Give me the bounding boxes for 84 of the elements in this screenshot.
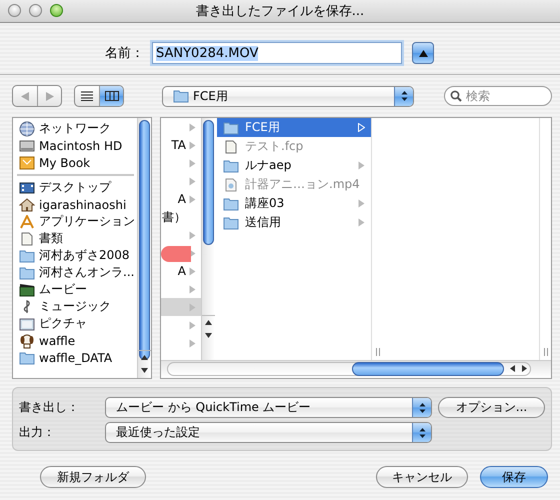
left-arrow-icon [510,365,514,372]
document-icon [223,140,239,154]
disclosure-arrow-icon [358,218,365,227]
down-arrow-icon [205,333,212,338]
folder-icon [223,120,239,134]
ruler-a-icon [19,214,35,228]
file-row[interactable]: 送信用 [217,213,371,232]
expand-button[interactable] [412,42,434,64]
desktop-icon [19,180,35,194]
search-field[interactable]: 検索 [444,86,552,106]
up-down-arrows-icon [400,89,408,103]
down-arrow-icon [141,368,148,373]
export-format-popup[interactable]: ムービー から QuickTime ムービー [105,397,432,418]
sidebar-item[interactable]: ネットワーク [13,120,137,137]
hard-drive-icon [19,138,35,152]
disclosure-arrow-icon [358,161,365,170]
up-down-arrows-icon [418,400,426,414]
disclosure-arrow-icon [358,123,365,132]
output-settings-popup[interactable]: 最近使った設定 [105,422,432,443]
left-arrow-icon [21,92,29,100]
sidebar-item[interactable]: igarashinaoshi [13,196,137,213]
film-clapper-icon [19,282,35,296]
sidebar-item[interactable]: アプリケーション [13,213,137,230]
column-row[interactable]: A [161,262,201,280]
movie-file-icon [223,178,239,192]
dialog-button[interactable]: 新規フォルダ [40,466,146,488]
dog-icon [19,332,35,348]
dialog-button[interactable]: キャンセル [376,466,468,488]
folder-icon [19,248,35,262]
file-row[interactable]: ルナaep [217,156,371,175]
sidebar-item[interactable]: 河村さんオンラ... [13,264,137,281]
sidebar-item[interactable]: Macintosh HD [13,137,137,154]
globe-icon [19,120,35,136]
up-arrow-icon [205,320,212,325]
column-view-button[interactable] [99,86,123,106]
column-resize-handle[interactable] [544,348,548,356]
save-button[interactable]: 保存 [480,466,548,488]
folder-icon [223,196,239,210]
folder-icon [223,158,239,172]
file-row[interactable]: FCE用 [217,118,371,137]
folder-icon [223,216,239,230]
scroll-bar[interactable] [167,362,531,376]
options-button[interactable]: オプション... [438,397,545,418]
column-row[interactable]: 書） [161,208,201,226]
output-label: 出力： [19,424,56,441]
scroll-bar[interactable] [137,118,151,378]
house-icon [19,198,35,212]
right-arrow-icon [522,365,526,372]
folder-icon [173,89,189,103]
sidebar-item[interactable]: 書類 [13,230,137,247]
search-icon [450,90,462,102]
column-row[interactable]: A [161,190,201,208]
sidebar-item[interactable]: ピクチャ [13,315,137,332]
export-label: 書き出し： [19,399,80,416]
name-field[interactable]: SANY0284.MOV [152,42,402,64]
minimize-button[interactable] [29,4,42,17]
sidebar-item[interactable]: waffle [13,332,137,349]
sidebar-item[interactable]: ミュージック [13,298,137,315]
folder-icon [19,266,35,280]
column-row[interactable]: TA [161,136,201,154]
triangle-up-icon [418,50,428,56]
zoom-button[interactable] [50,4,63,17]
column-resize-handle[interactable] [376,348,380,356]
sidebar-item[interactable]: waffle_DATA [13,349,137,366]
sidebar-item[interactable]: 河村あずさ2008 [13,247,137,264]
right-arrow-icon [46,92,54,100]
location-popup[interactable]: FCE用 [162,86,414,106]
window-title: 書き出したファイルを保存... [196,3,364,20]
document-icon [19,232,35,246]
up-arrow-icon [141,355,148,360]
picture-frame-icon [19,316,35,330]
sidebar-item[interactable]: ムービー [13,281,137,298]
up-down-arrows-icon [418,426,426,440]
close-button[interactable] [8,4,21,17]
disclosure-arrow-icon [358,199,365,208]
list-lines-icon [81,91,93,101]
sidebar-item[interactable]: My Book [13,154,137,171]
name-label: 名前： [104,45,144,62]
folder-icon [19,350,35,364]
scroll-bar[interactable] [201,118,215,361]
sidebar-item[interactable]: デスクトップ [13,179,137,196]
columns-icon [104,91,118,101]
file-row[interactable]: 講座03 [217,194,371,213]
external-drive-icon [19,156,35,170]
